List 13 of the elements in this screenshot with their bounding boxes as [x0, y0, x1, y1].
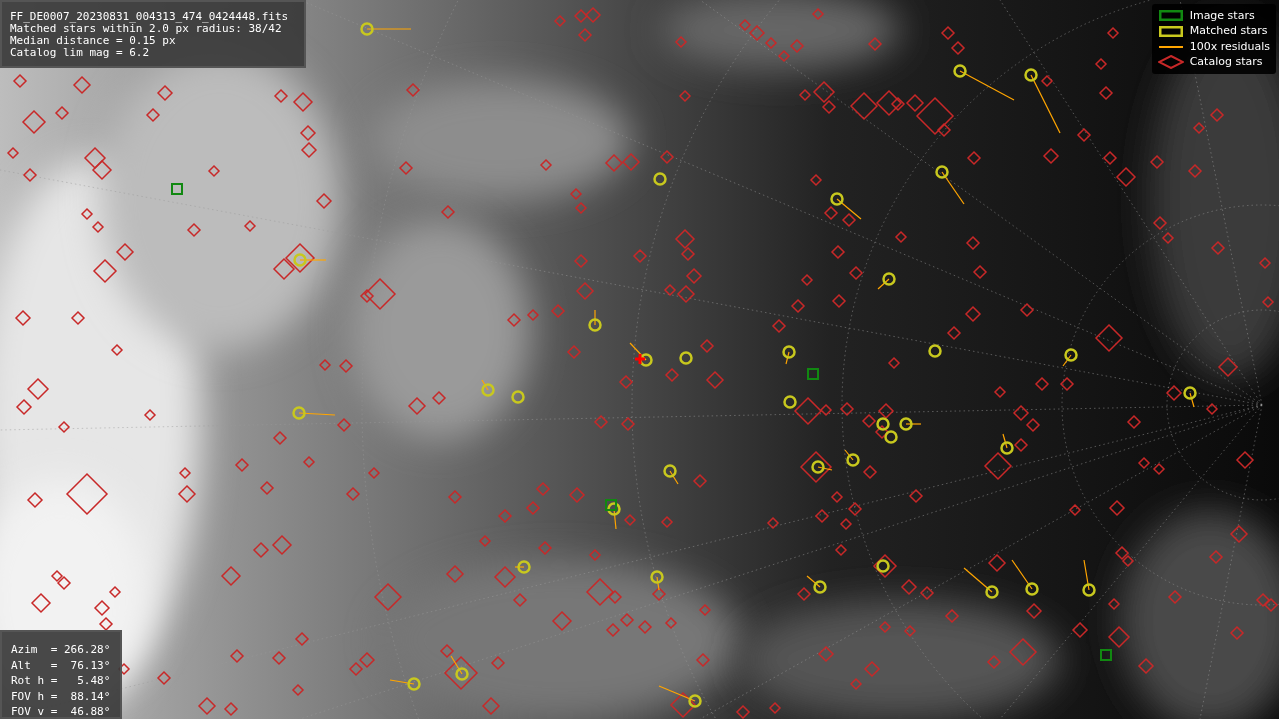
legend-label: 100x residuals — [1189, 38, 1270, 55]
info-text: FF_DE0007_20230831_004313_474_0424448.fits — [10, 11, 290, 23]
legend-label: Image stars — [1189, 7, 1255, 24]
info-text: Matched stars within 2.0 px radius: 38/42 — [10, 23, 282, 35]
info-text: Azim = 266.28° — [11, 642, 111, 658]
info-text: Catalog lim mag = 6.2 — [10, 47, 151, 59]
info-text: FOV h = 88.14° — [11, 688, 111, 704]
legend-label: Matched stars — [1189, 23, 1268, 39]
info-text: Rot h = 5.48° — [11, 673, 111, 689]
legend-label: Catalog stars — [1189, 54, 1263, 70]
info-text: Median distance = 0.15 px — [10, 35, 177, 47]
info-text: Alt = 76.13° — [11, 657, 111, 673]
info-text: FOV v = 46.88° — [11, 704, 111, 719]
